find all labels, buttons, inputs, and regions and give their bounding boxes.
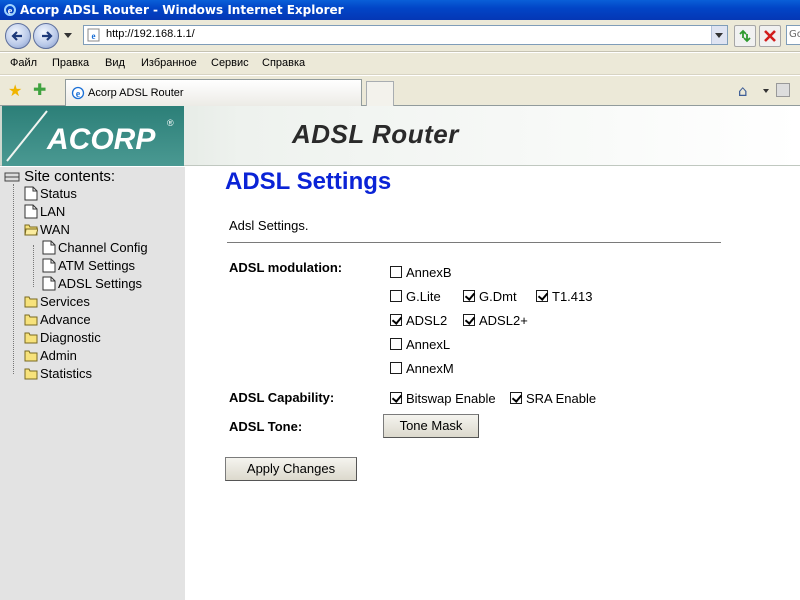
arrow-left-icon	[11, 31, 22, 41]
apply-changes-button[interactable]: Apply Changes	[225, 457, 357, 481]
menu-bar: Файл Правка Вид Избранное Сервис Справка	[0, 53, 800, 75]
feeds-icon[interactable]	[776, 83, 790, 97]
checkbox-box[interactable]	[390, 362, 402, 374]
svg-text:ACORP: ACORP	[46, 123, 156, 156]
address-row: e http://192.168.1.1/ Go	[0, 20, 800, 52]
svg-text:®: ®	[167, 118, 174, 128]
page-content: ACORP ® ADSL Router Site contents: Statu…	[0, 106, 800, 600]
new-tab-button[interactable]	[366, 81, 394, 106]
folder-open-icon	[24, 224, 38, 236]
banner-title: ADSL Router	[292, 119, 459, 149]
menu-file[interactable]: Файл	[10, 57, 37, 69]
folder-icon	[24, 368, 38, 380]
capability-label: ADSL Capability:	[229, 390, 335, 405]
tab-bar: ★ ✚ e Acorp ADSL Router ⌂	[0, 76, 800, 106]
modulation-label: ADSL modulation:	[229, 260, 343, 275]
folder-icon	[24, 314, 38, 326]
page-ie-icon: e	[87, 28, 100, 42]
back-button[interactable]	[5, 23, 31, 49]
checkbox-box[interactable]	[390, 338, 402, 350]
address-url: http://192.168.1.1/	[106, 28, 195, 40]
checkbox-box[interactable]	[463, 290, 475, 302]
acorp-logo: ACORP ®	[2, 106, 184, 166]
page-icon	[42, 276, 56, 291]
favorites-star-icon[interactable]: ★	[8, 81, 22, 100]
page-icon	[24, 186, 38, 201]
address-input[interactable]: e http://192.168.1.1/	[83, 25, 728, 45]
ie-logo-icon: e	[4, 4, 16, 17]
svg-text:e: e	[92, 31, 96, 41]
stop-button[interactable]	[759, 25, 781, 47]
search-input[interactable]: Go	[786, 25, 800, 45]
address-dropdown-button[interactable]	[711, 26, 727, 44]
svg-text:e: e	[76, 89, 81, 100]
refresh-button[interactable]	[734, 25, 756, 47]
checkbox-box[interactable]	[390, 314, 402, 326]
page-icon	[42, 240, 56, 255]
tab-acorp[interactable]: e Acorp ADSL Router	[65, 79, 362, 106]
router-banner: ACORP ® ADSL Router	[0, 106, 800, 166]
checkbox-box[interactable]	[390, 392, 402, 404]
checkbox-box[interactable]	[463, 314, 475, 326]
close-icon	[764, 30, 776, 42]
tab-label: Acorp ADSL Router	[88, 87, 184, 99]
history-dropdown-icon[interactable]	[63, 30, 73, 40]
forward-button[interactable]	[33, 23, 59, 49]
page-title: ADSL Settings	[225, 168, 392, 195]
checkbox-box[interactable]	[510, 392, 522, 404]
acorp-logo-icon: ACORP ®	[6, 110, 174, 162]
tone-mask-button[interactable]: Tone Mask	[383, 414, 479, 438]
checkbox-box[interactable]	[536, 290, 548, 302]
add-favorite-icon[interactable]: ✚	[33, 80, 46, 99]
arrow-right-icon	[42, 31, 53, 41]
window-title: Acorp ADSL Router - Windows Internet Exp…	[20, 3, 344, 17]
tone-label: ADSL Tone:	[229, 419, 303, 434]
menu-edit[interactable]: Правка	[52, 57, 89, 69]
page-icon	[24, 204, 38, 219]
main-panel: ADSL Settings Adsl Settings. ADSL modula…	[185, 167, 800, 600]
folder-icon	[24, 296, 38, 308]
home-icon[interactable]: ⌂	[738, 82, 748, 100]
menu-favorites[interactable]: Избранное	[141, 57, 197, 69]
page-ie-icon: e	[71, 86, 85, 100]
chevron-down-icon	[715, 33, 723, 38]
tree-header: Site contents:	[4, 168, 115, 185]
folder-icon	[24, 350, 38, 362]
window-titlebar: e Acorp ADSL Router - Windows Internet E…	[0, 0, 800, 20]
checkbox-box[interactable]	[390, 290, 402, 302]
folder-icon	[24, 332, 38, 344]
chevron-down-icon[interactable]	[763, 88, 769, 94]
svg-text:e: e	[8, 6, 13, 17]
menu-help[interactable]: Справка	[262, 57, 305, 69]
menu-view[interactable]: Вид	[105, 57, 125, 69]
divider	[227, 242, 721, 243]
page-subtitle: Adsl Settings.	[229, 218, 309, 233]
refresh-icon	[739, 29, 751, 43]
sidebar-tree: Site contents: Status LAN WAN Channel Co…	[0, 167, 185, 600]
checkbox-box[interactable]	[390, 266, 402, 278]
tree-root-icon	[4, 172, 20, 182]
page-icon	[42, 258, 56, 273]
menu-tools[interactable]: Сервис	[211, 57, 249, 69]
